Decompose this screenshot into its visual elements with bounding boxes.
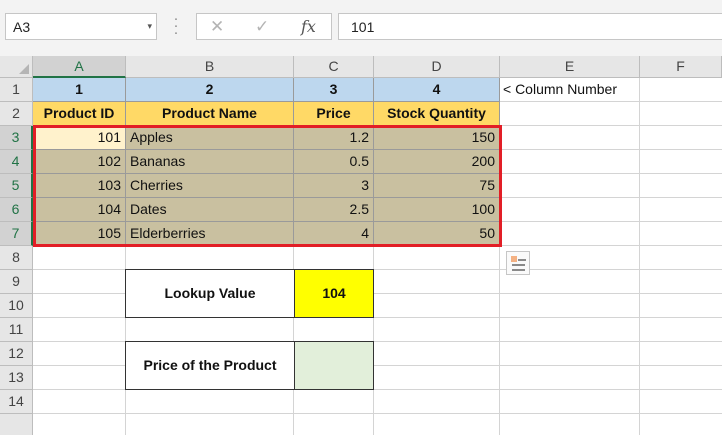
row-header-7[interactable]: 7: [0, 222, 33, 246]
insert-function-icon[interactable]: fx: [301, 17, 316, 36]
row-header-3[interactable]: 3: [0, 126, 33, 150]
row-header-6[interactable]: 6: [0, 198, 33, 222]
formula-buttons: ✕ ✓ fx: [196, 13, 332, 40]
name-box-value: A3: [13, 19, 31, 35]
column-header-e[interactable]: E: [500, 56, 640, 78]
cell-c2[interactable]: Price: [294, 102, 374, 126]
row-header-10[interactable]: 10: [0, 294, 33, 318]
cell-c5[interactable]: 3: [294, 174, 374, 198]
row-header-8[interactable]: 8: [0, 246, 33, 270]
row-header-15[interactable]: [0, 414, 33, 435]
cell-a4[interactable]: 102: [33, 150, 126, 174]
formula-value: 101: [351, 19, 375, 35]
cell-a5[interactable]: 103: [33, 174, 126, 198]
cell-d2[interactable]: Stock Quantity: [374, 102, 500, 126]
quick-analysis-icon-line: [518, 259, 526, 261]
cell-b5[interactable]: Cherries: [126, 174, 294, 198]
select-all-corner[interactable]: [0, 56, 33, 78]
cell-b4[interactable]: Bananas: [126, 150, 294, 174]
column-header-b[interactable]: B: [126, 56, 294, 78]
cell-c1[interactable]: 3: [294, 78, 374, 102]
cell-b6[interactable]: Dates: [126, 198, 294, 222]
cell-d5[interactable]: 75: [374, 174, 500, 198]
quick-analysis-icon[interactable]: [506, 251, 530, 275]
cell-d7[interactable]: 50: [374, 222, 500, 246]
lookup-value-label[interactable]: Lookup Value: [125, 269, 295, 318]
row-header-12[interactable]: 12: [0, 342, 33, 366]
cell-b7[interactable]: Elderberries: [126, 222, 294, 246]
cell-c7[interactable]: 4: [294, 222, 374, 246]
gridline: [639, 78, 640, 435]
cell-a1[interactable]: 1: [33, 78, 126, 102]
cell-a7[interactable]: 105: [33, 222, 126, 246]
cell-b3[interactable]: Apples: [126, 126, 294, 150]
column-header-d[interactable]: D: [374, 56, 500, 78]
cell-a6[interactable]: 104: [33, 198, 126, 222]
gridline: [33, 413, 722, 414]
select-all-icon: [19, 64, 29, 74]
cell-b1[interactable]: 2: [126, 78, 294, 102]
column-header-c[interactable]: C: [294, 56, 374, 78]
cancel-icon[interactable]: ✕: [210, 17, 224, 37]
row-header-5[interactable]: 5: [0, 174, 33, 198]
price-of-product-result-cell[interactable]: [294, 341, 374, 390]
more-options-icon[interactable]: · · ·: [172, 11, 180, 40]
cell-d3[interactable]: 150: [374, 126, 500, 150]
row-header-4[interactable]: 4: [0, 150, 33, 174]
cell-d4[interactable]: 200: [374, 150, 500, 174]
enter-icon[interactable]: ✓: [255, 17, 269, 37]
cell-b2[interactable]: Product Name: [126, 102, 294, 126]
name-box[interactable]: A3 ▾: [5, 13, 157, 40]
cell-c4[interactable]: 0.5: [294, 150, 374, 174]
quick-analysis-icon-line: [512, 269, 525, 271]
column-header-a[interactable]: A: [33, 56, 126, 78]
cell-c6[interactable]: 2.5: [294, 198, 374, 222]
row-header-9[interactable]: 9: [0, 270, 33, 294]
formula-bar: A3 ▾ · · · ✕ ✓ fx 101: [0, 0, 722, 56]
lookup-value-cell[interactable]: 104: [294, 269, 374, 318]
quick-analysis-icon-line: [512, 264, 525, 266]
price-of-product-label[interactable]: Price of the Product: [125, 341, 295, 390]
row-header-11[interactable]: 11: [0, 318, 33, 342]
chevron-down-icon[interactable]: ▾: [147, 21, 152, 32]
row-header-2[interactable]: 2: [0, 102, 33, 126]
row-header-13[interactable]: 13: [0, 366, 33, 390]
column-header-f[interactable]: F: [640, 56, 722, 78]
cell-d1[interactable]: 4: [374, 78, 500, 102]
formula-input[interactable]: 101: [338, 13, 722, 40]
cell-a3[interactable]: 101: [33, 126, 126, 150]
cell-d6[interactable]: 100: [374, 198, 500, 222]
cell-e1[interactable]: < Column Number: [500, 78, 640, 102]
row-header-1[interactable]: 1: [0, 78, 33, 102]
cell-c3[interactable]: 1.2: [294, 126, 374, 150]
cell-a2[interactable]: Product ID: [33, 102, 126, 126]
row-header-14[interactable]: 14: [0, 390, 33, 414]
quick-analysis-icon-accent: [511, 256, 517, 262]
